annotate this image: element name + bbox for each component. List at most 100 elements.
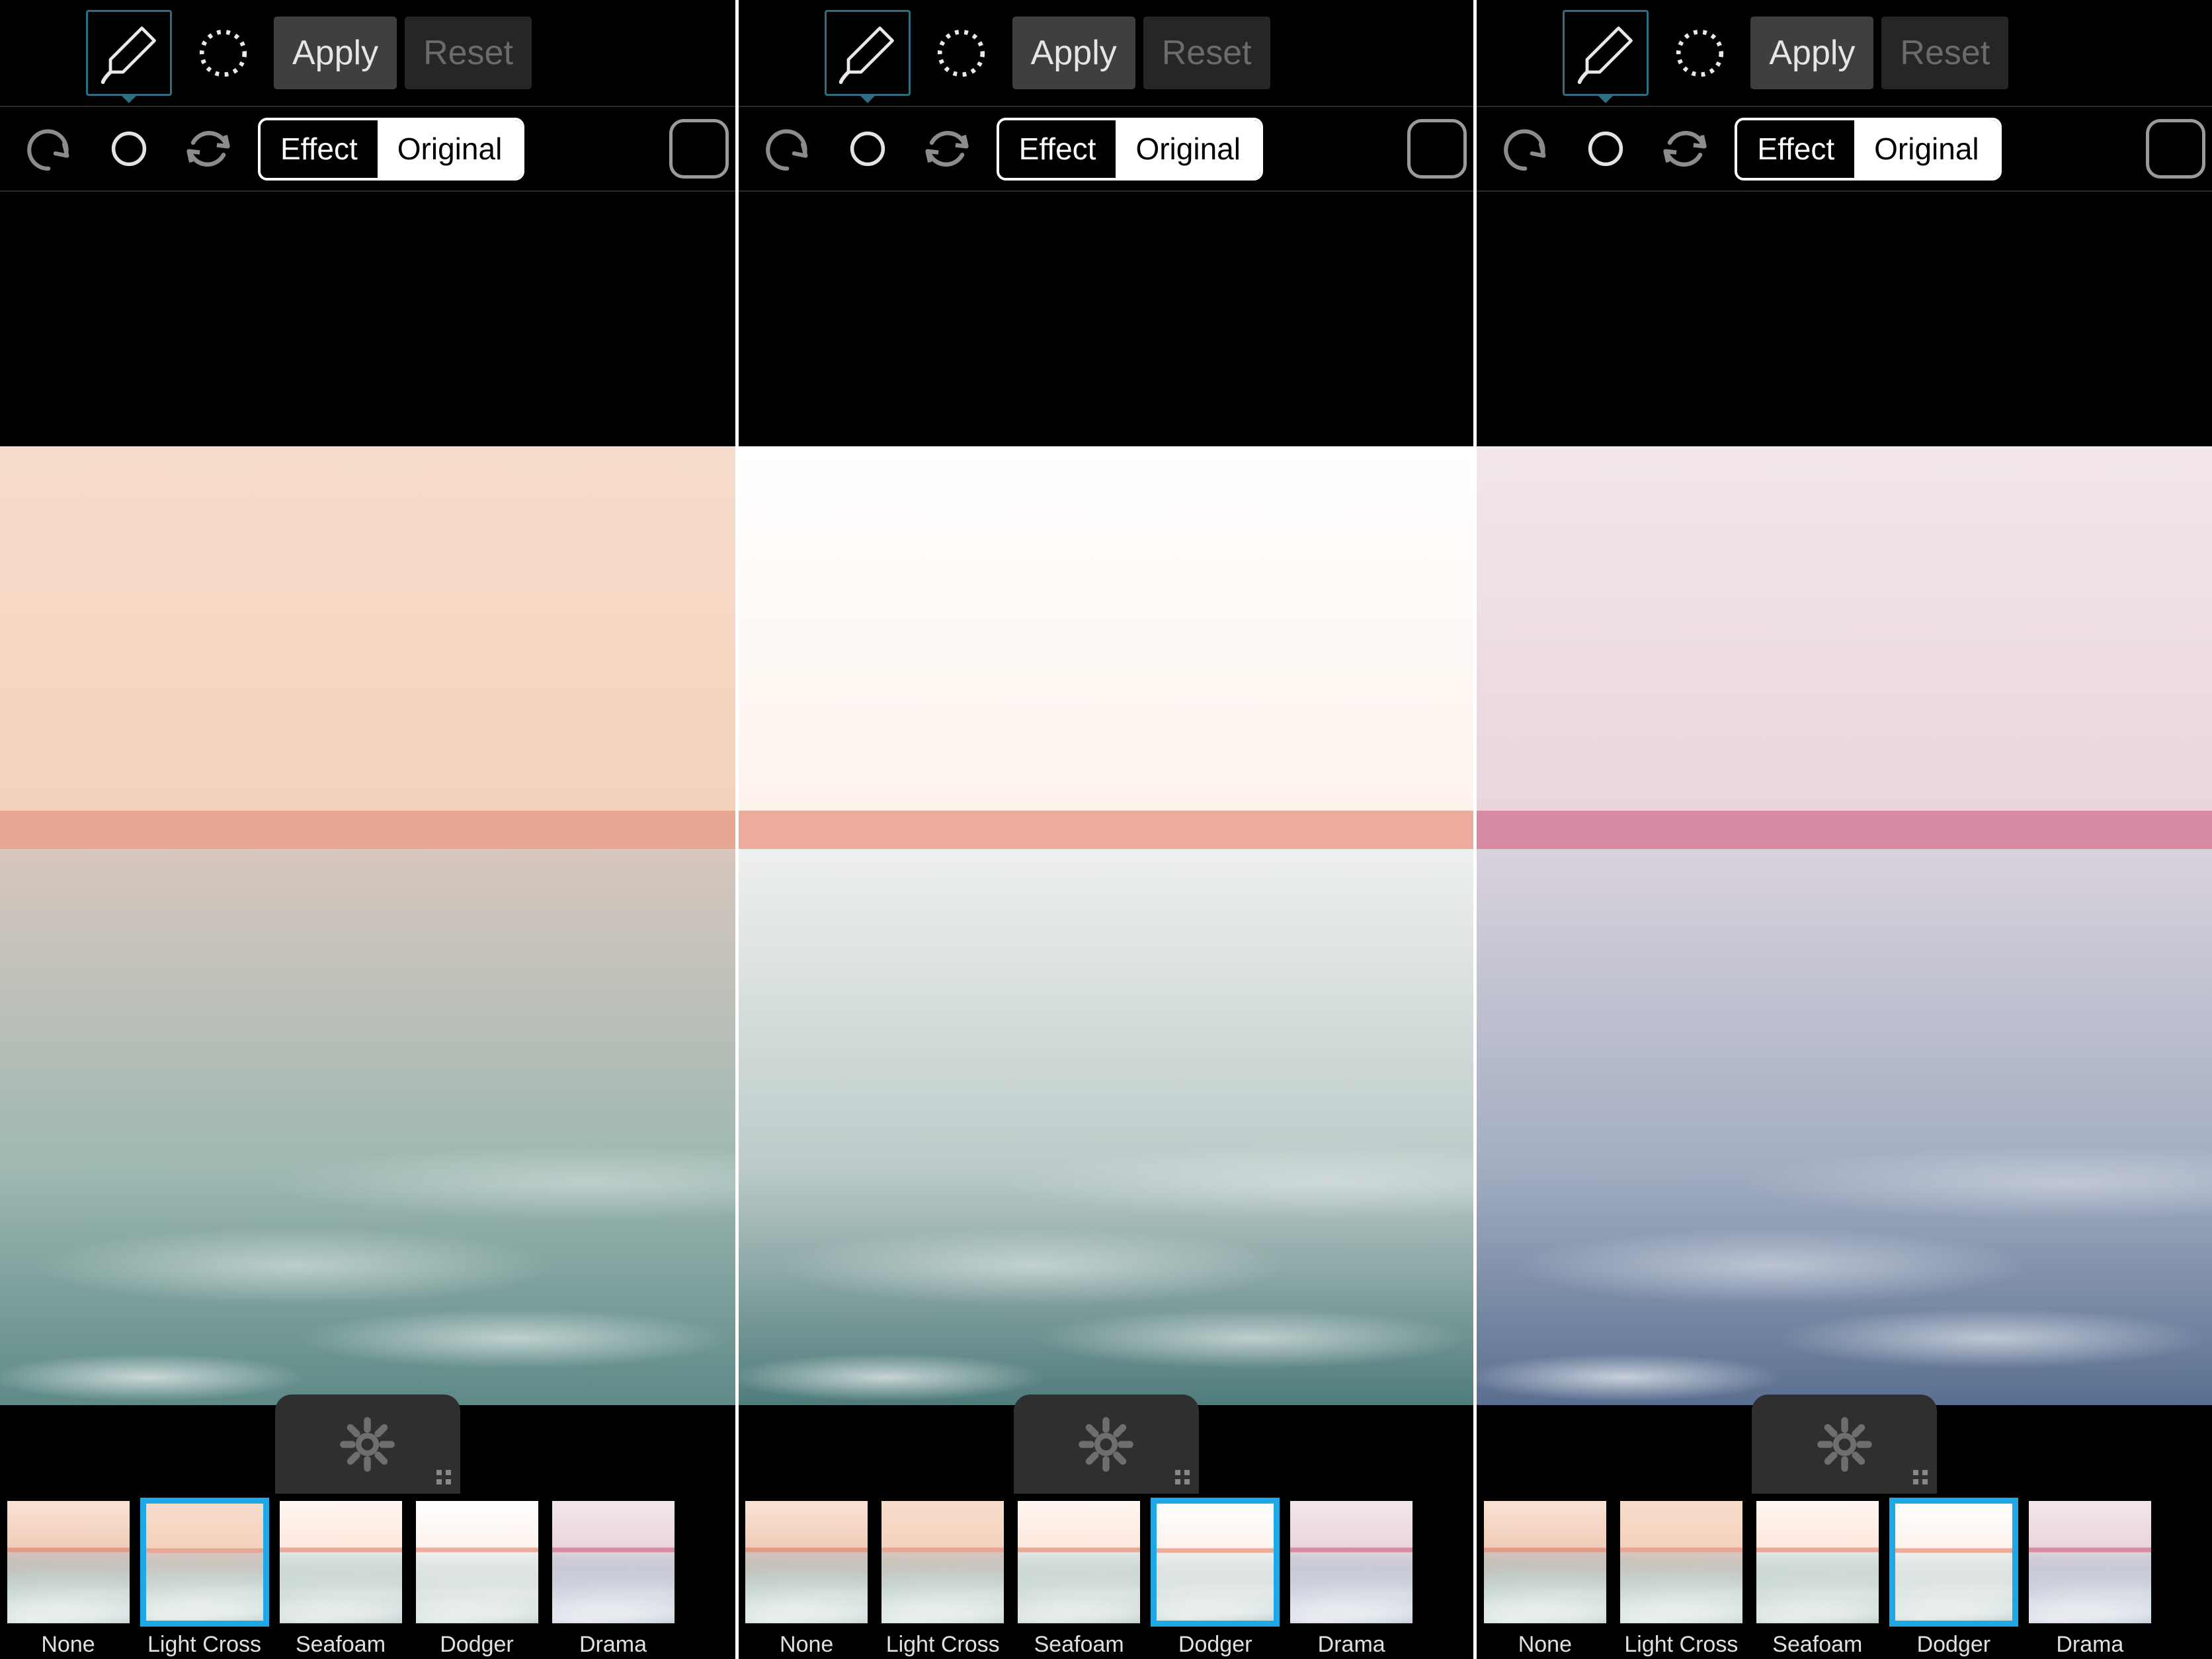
sync-button[interactable] [179, 119, 238, 179]
brush-icon [98, 22, 161, 85]
filter-thumb-seafoam [276, 1498, 405, 1627]
reset-button[interactable]: Reset [405, 17, 532, 89]
apply-button[interactable]: Apply [1750, 17, 1873, 89]
filter-dodger[interactable]: Dodger [1884, 1498, 2023, 1658]
filter-label: Drama [2056, 1632, 2123, 1658]
filter-label: Light Cross [886, 1632, 1000, 1658]
filter-thumb-dodger [1151, 1498, 1280, 1627]
sync-button[interactable] [1655, 119, 1715, 179]
aspect-button[interactable] [1407, 119, 1467, 179]
top-toolbar: Apply Reset [1477, 0, 2212, 106]
reset-button[interactable]: Reset [1881, 17, 2008, 89]
editor-panel: Apply Reset Effect Original [0, 0, 735, 1659]
settings-tab[interactable] [275, 1395, 460, 1494]
sync-icon [917, 118, 977, 179]
filter-none[interactable]: None [0, 1498, 138, 1658]
seg-original[interactable]: Original [1854, 120, 1999, 178]
shape-circle-button[interactable] [1576, 119, 1635, 179]
settings-tab[interactable] [1752, 1395, 1937, 1494]
preview-image [1477, 446, 2212, 1405]
drag-handle-icon [1175, 1470, 1190, 1484]
effect-original-toggle[interactable]: Effect Original [1735, 118, 2001, 181]
dotted-ring-icon [1668, 22, 1731, 85]
reset-button[interactable]: Reset [1143, 17, 1270, 89]
filter-none[interactable]: None [739, 1498, 876, 1658]
filter-none[interactable]: None [1477, 1498, 1614, 1658]
circle-icon [103, 123, 155, 175]
gear-icon [1075, 1413, 1137, 1476]
seg-original[interactable]: Original [378, 120, 522, 178]
filter-lightcross[interactable]: Light Cross [1612, 1498, 1750, 1658]
seg-effect[interactable]: Effect [999, 120, 1116, 178]
filter-label: Drama [579, 1632, 647, 1658]
filter-strip[interactable]: None Light Cross Seafoam Dodger Drama [0, 1494, 735, 1659]
undo-icon [20, 120, 79, 178]
undo-icon [1497, 120, 1555, 178]
filter-lightcross[interactable]: Light Cross [135, 1498, 274, 1658]
effect-original-toggle[interactable]: Effect Original [258, 118, 524, 181]
mask-tool[interactable] [180, 10, 266, 96]
filter-dodger[interactable]: Dodger [1146, 1498, 1285, 1658]
filter-thumb-dodger [413, 1498, 542, 1627]
filter-thumb-lightcross [1617, 1498, 1746, 1627]
sync-icon [1655, 118, 1715, 179]
filter-seafoam[interactable]: Seafoam [1748, 1498, 1887, 1658]
editor-panel: Apply Reset Effect Original [739, 0, 1474, 1659]
aspect-button[interactable] [669, 119, 729, 179]
top-toolbar: Apply Reset [739, 0, 1474, 106]
apply-button[interactable]: Apply [274, 17, 397, 89]
filter-label: Drama [1318, 1632, 1385, 1658]
filter-thumb-drama [1287, 1498, 1416, 1627]
secondary-toolbar: Effect Original [1477, 106, 2212, 192]
filter-thumb-seafoam [1753, 1498, 1882, 1627]
dotted-ring-icon [930, 22, 993, 85]
filter-lightcross[interactable]: Light Cross [874, 1498, 1012, 1658]
editor-panel: Apply Reset Effect Original [1477, 0, 2212, 1659]
undo-button[interactable] [20, 119, 79, 179]
sync-button[interactable] [917, 119, 977, 179]
seg-effect[interactable]: Effect [261, 120, 378, 178]
brush-tool[interactable] [1563, 10, 1649, 96]
brush-tool[interactable] [86, 10, 172, 96]
filter-drama[interactable]: Drama [2020, 1498, 2159, 1658]
circle-icon [1580, 123, 1631, 175]
filter-label: Light Cross [1624, 1632, 1738, 1658]
mask-tool[interactable] [1657, 10, 1742, 96]
undo-button[interactable] [758, 119, 818, 179]
filter-strip[interactable]: None Light Cross Seafoam Dodger Drama [739, 1494, 1474, 1659]
aspect-button[interactable] [2146, 119, 2205, 179]
shape-circle-button[interactable] [99, 119, 159, 179]
filter-thumb-lightcross [878, 1498, 1007, 1627]
secondary-toolbar: Effect Original [739, 106, 1474, 192]
filter-strip[interactable]: None Light Cross Seafoam Dodger Drama [1477, 1494, 2212, 1659]
filter-dodger[interactable]: Dodger [407, 1498, 546, 1658]
seg-effect[interactable]: Effect [1737, 120, 1854, 178]
filter-drama[interactable]: Drama [544, 1498, 682, 1658]
filter-label: Seafoam [296, 1632, 386, 1658]
preview-image [0, 446, 735, 1405]
brush-icon [836, 22, 899, 85]
apply-button[interactable]: Apply [1012, 17, 1135, 89]
filter-thumb-drama [2026, 1498, 2154, 1627]
filter-seafoam[interactable]: Seafoam [1010, 1498, 1149, 1658]
dotted-ring-icon [192, 22, 255, 85]
filter-seafoam[interactable]: Seafoam [271, 1498, 410, 1658]
drag-handle-icon [1913, 1470, 1928, 1484]
filter-thumb-none [4, 1498, 133, 1627]
undo-button[interactable] [1496, 119, 1556, 179]
filter-drama[interactable]: Drama [1282, 1498, 1421, 1658]
effect-original-toggle[interactable]: Effect Original [997, 118, 1263, 181]
top-toolbar: Apply Reset [0, 0, 735, 106]
seg-original[interactable]: Original [1116, 120, 1260, 178]
brush-tool[interactable] [825, 10, 911, 96]
drag-handle-icon [436, 1470, 451, 1484]
filter-thumb-none [742, 1498, 871, 1627]
filter-label: Dodger [1917, 1632, 1991, 1658]
filter-thumb-drama [549, 1498, 678, 1627]
undo-icon [759, 120, 817, 178]
shape-circle-button[interactable] [838, 119, 897, 179]
mask-tool[interactable] [919, 10, 1004, 96]
sync-icon [178, 118, 239, 179]
filter-label: None [780, 1632, 833, 1658]
settings-tab[interactable] [1014, 1395, 1199, 1494]
